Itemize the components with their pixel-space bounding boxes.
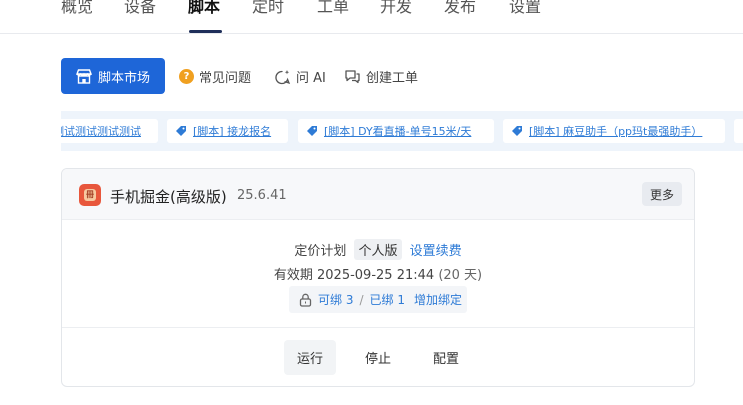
add-binding-link[interactable]: 增加绑定	[414, 291, 462, 308]
marquee-item[interactable]: [脚本] DY看直播-单号15米/天	[298, 119, 494, 143]
ai-chat-icon	[275, 69, 291, 84]
nav-tab-develop[interactable]: 开发	[380, 0, 412, 18]
nav-tab-schedule[interactable]: 定时	[252, 0, 284, 18]
tag-icon	[307, 126, 317, 136]
script-card-header: 冊 手机掘金(高级版) 25.6.41 更多	[62, 169, 694, 220]
marquee-item-label: [脚本] 接龙报名	[193, 125, 272, 138]
script-market-button[interactable]: 脚本市场	[61, 58, 165, 94]
marquee-item[interactable]: [脚本] 接龙报名	[167, 119, 288, 143]
nav-tab-publish[interactable]: 发布	[444, 0, 476, 18]
marquee-item[interactable]: [脚本] 麻豆助手（pp玛t最强助手）	[503, 119, 725, 143]
active-tab-indicator	[189, 30, 222, 33]
bind-separator: /	[359, 292, 364, 307]
nav-tab-tickets[interactable]: 工单	[317, 0, 349, 18]
script-version: 25.6.41	[237, 188, 287, 203]
script-name: 手机掘金(高级版)	[110, 188, 227, 206]
nav-tab-scripts[interactable]: 脚本	[188, 0, 220, 18]
stop-button[interactable]: 停止	[352, 340, 404, 375]
expiry-days: (20 天)	[438, 268, 483, 283]
faq-label: 常见问题	[199, 71, 252, 86]
marquee-item-label: [脚本] DY看直播-单号15米/天	[324, 125, 472, 138]
ask-ai-link[interactable]: 问 AI	[274, 67, 326, 86]
expiry-value: 2025-09-25 21:44	[317, 268, 435, 283]
marquee-item-partial[interactable]	[734, 119, 743, 143]
shop-icon	[75, 68, 92, 84]
tag-icon	[176, 126, 186, 136]
marquee-item-label: 测试测试测试测试	[61, 125, 141, 138]
run-button[interactable]: 运行	[284, 340, 336, 375]
config-button[interactable]: 配置	[420, 340, 472, 375]
plan-label: 定价计划	[294, 244, 347, 259]
script-marquee: 测试测试测试测试 [脚本] 接龙报名 [脚本] DY看直播-单号15米/天 [脚…	[61, 111, 743, 151]
renew-link[interactable]: 设置续费	[410, 244, 462, 259]
nav-tab-settings[interactable]: 设置	[509, 0, 541, 18]
app-logo-icon: 冊	[79, 184, 101, 206]
plan-row: 定价计划 个人版 设置续费	[62, 239, 694, 260]
script-card-actions: 运行 停止 配置	[62, 327, 694, 386]
marquee-item-label: [脚本] 麻豆助手（pp玛t最强助手）	[529, 125, 703, 138]
create-ticket-label: 创建工单	[366, 71, 419, 86]
bind-used: 已绑 1	[369, 293, 405, 307]
plan-badge: 个人版	[354, 239, 402, 260]
script-market-label: 脚本市场	[97, 70, 150, 86]
ask-ai-label: 问 AI	[296, 71, 326, 86]
marquee-item[interactable]: 测试测试测试测试	[61, 119, 158, 143]
question-icon: ?	[179, 69, 194, 84]
tag-icon	[512, 126, 522, 136]
bind-available: 可绑 3	[318, 293, 354, 307]
chat-bubble-icon	[345, 70, 360, 84]
nav-tab-overview[interactable]: 概览	[61, 0, 93, 18]
expiry-row: 有效期 2025-09-25 21:44 (20 天)	[62, 264, 694, 283]
device-binding: 可绑 3 / 已绑 1 增加绑定	[289, 286, 467, 313]
lock-icon	[299, 293, 312, 307]
nav-tab-devices[interactable]: 设备	[124, 0, 156, 18]
more-button[interactable]: 更多	[642, 182, 682, 206]
create-ticket-link[interactable]: 创建工单	[344, 67, 418, 86]
faq-link[interactable]: ? 常见问题	[179, 67, 251, 86]
script-card: 冊 手机掘金(高级版) 25.6.41 更多 定价计划 个人版 设置续费 有效期…	[61, 168, 695, 387]
top-nav: 概览 设备 脚本 定时 工单 开发 发布 设置	[0, 0, 743, 34]
expiry-label: 有效期	[273, 268, 313, 283]
